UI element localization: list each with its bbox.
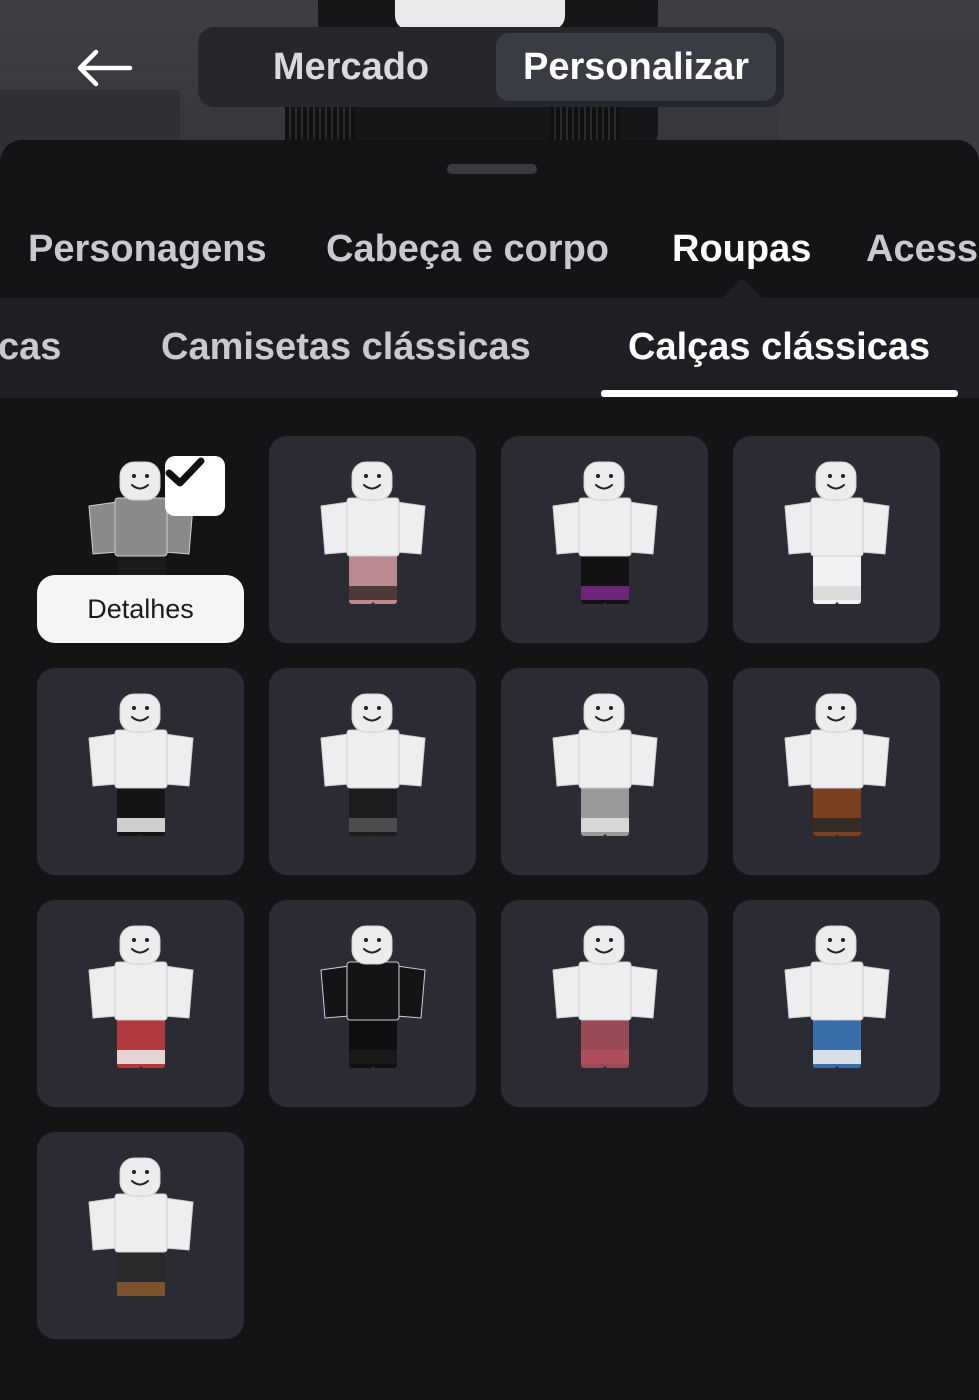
avatar-item-tile[interactable] bbox=[733, 668, 940, 875]
avatar-item-tile[interactable] bbox=[269, 668, 476, 875]
active-category-pointer bbox=[722, 278, 762, 298]
avatar-thumbnail bbox=[784, 925, 890, 1068]
tab-cabeca-e-corpo[interactable]: Cabeça e corpo bbox=[326, 228, 609, 271]
sheet-drag-handle[interactable] bbox=[447, 164, 537, 174]
avatar-thumbnail bbox=[320, 461, 426, 604]
avatar-thumbnail bbox=[88, 925, 194, 1068]
avatar-face bbox=[395, 0, 565, 30]
avatar-item-tile[interactable]: Detalhes bbox=[37, 436, 244, 643]
tab-mercado[interactable]: Mercado bbox=[206, 33, 496, 101]
details-button[interactable]: Detalhes bbox=[37, 575, 244, 643]
avatar-thumbnail bbox=[88, 693, 194, 836]
avatar-thumbnail bbox=[784, 461, 890, 604]
avatar-thumbnail bbox=[552, 693, 658, 836]
tab-camisetas-classicas[interactable]: Camisetas clássicas bbox=[161, 326, 531, 369]
avatar-item-tile[interactable] bbox=[269, 900, 476, 1107]
customize-sheet: Personagens Cabeça e corpo Roupas Acess … bbox=[0, 140, 979, 1400]
avatar-thumbnail bbox=[320, 693, 426, 836]
selected-check-badge bbox=[165, 456, 225, 516]
avatar-thumbnail bbox=[552, 461, 658, 604]
avatar-item-tile[interactable] bbox=[501, 668, 708, 875]
category-tabs: Personagens Cabeça e corpo Roupas Acess bbox=[0, 214, 979, 298]
avatar-item-tile[interactable] bbox=[37, 1132, 244, 1339]
subcategory-tabs: cas Camisetas clássicas Calças clássicas bbox=[0, 298, 979, 398]
back-button[interactable] bbox=[62, 36, 146, 100]
checkmark-icon bbox=[165, 457, 205, 487]
avatar-thumbnail bbox=[552, 925, 658, 1068]
avatar-item-tile[interactable] bbox=[269, 436, 476, 643]
tab-personalizar[interactable]: Personalizar bbox=[496, 33, 776, 101]
mode-switcher: Mercado Personalizar bbox=[198, 27, 784, 107]
tab-subcategory-partial[interactable]: cas bbox=[0, 326, 61, 369]
tab-roupas[interactable]: Roupas bbox=[672, 228, 811, 271]
avatar-thumbnail bbox=[320, 925, 426, 1068]
active-subcategory-underline bbox=[601, 390, 958, 397]
tab-acessorios[interactable]: Acess bbox=[866, 228, 978, 271]
avatar-item-tile[interactable] bbox=[733, 900, 940, 1107]
avatar-item-tile[interactable] bbox=[37, 668, 244, 875]
avatar-item-tile[interactable] bbox=[37, 900, 244, 1107]
avatar-item-tile[interactable] bbox=[733, 436, 940, 643]
avatar-item-tile[interactable] bbox=[501, 436, 708, 643]
avatar-thumbnail bbox=[784, 693, 890, 836]
arrow-left-icon bbox=[77, 49, 133, 87]
avatar-item-tile[interactable] bbox=[501, 900, 708, 1107]
tab-calcas-classicas[interactable]: Calças clássicas bbox=[628, 326, 930, 369]
avatar-thumbnail bbox=[88, 1157, 194, 1300]
tab-personagens[interactable]: Personagens bbox=[28, 228, 267, 271]
